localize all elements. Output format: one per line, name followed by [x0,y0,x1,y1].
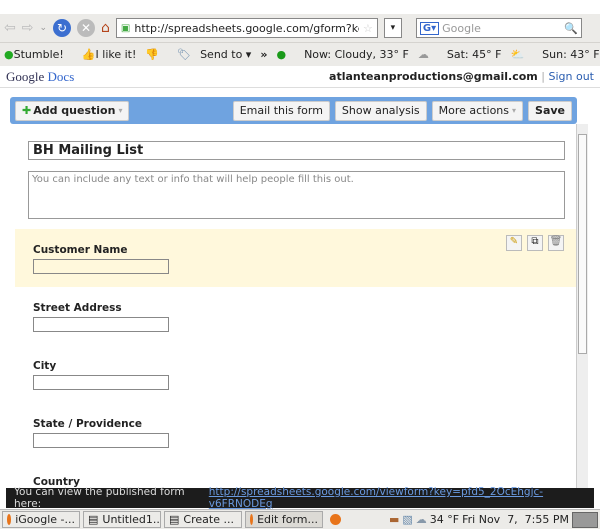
question-label: Customer Name [33,244,128,256]
tray-icon[interactable]: ▧ [402,513,412,526]
firefox-icon [7,514,12,525]
taskbar: iGoogle -... ▤ Untitled1... ▤ Create ... E… [0,509,600,529]
document-icon: ▤ [88,513,99,526]
document-icon: ▤ [169,513,180,526]
logo-google: Google [6,68,45,84]
vertical-scrollbar[interactable] [576,124,588,488]
tray-clock[interactable]: Fri Nov 7, 7:55 PM [462,513,569,526]
question-item[interactable]: Street Address [15,287,576,345]
forward-icon[interactable]: ⇨ [22,20,34,36]
divider: | [541,70,545,83]
task-edit-form[interactable]: Edit form... [245,511,323,528]
question-label: State / Providence [33,418,142,430]
bookmark-star-icon[interactable]: ☆ [363,22,373,35]
browser-nav-bar: ⇦ ⇨ ⌄ ↻ ✕ ⌂ ▣ http://spreadsheets.google.… [0,14,600,42]
more-actions-button[interactable]: More actions ▾ [431,100,524,121]
cloud-icon: ☁ [417,48,429,61]
partly-sunny-icon: ⛅ [510,48,525,61]
task-label: Untitled1... [102,513,161,526]
duplicate-icon[interactable]: ⧉ [527,235,543,251]
docs-header: Google Docs atlanteanproductions@gmail.c… [0,66,600,88]
url-bar[interactable]: ▣ http://spreadsheets.google.com/gform?ke… [115,18,378,38]
task-igoogle[interactable]: iGoogle -... [2,511,80,528]
task-label: Create ... [183,513,234,526]
search-placeholder: Google [442,21,481,35]
task-create[interactable]: ▤ Create ... [164,511,242,528]
trash-icon[interactable]: 🗑 [548,235,564,251]
question-item[interactable]: City [15,345,576,403]
add-question-button[interactable]: ✚ Add question ▾ [15,100,130,121]
show-analysis-button[interactable]: Show analysis [334,100,427,121]
weather-sat[interactable]: Sat: 45° F [447,48,502,61]
site-icon: ▣ [120,22,131,34]
history-dropdown-icon[interactable]: ⌄ [39,23,47,33]
task-untitled[interactable]: ▤ Untitled1... [83,511,161,528]
plus-icon: ✚ [22,104,32,117]
form-toolbar: ✚ Add question ▾ Email this form Show anal… [10,97,577,124]
like-button[interactable]: 👍I like it! [82,48,137,61]
answer-input[interactable] [33,317,169,332]
question-label: City [33,360,57,372]
cloud-icon: ☁ [415,513,427,526]
firefox-launcher-icon[interactable] [330,514,341,525]
edit-pencil-icon[interactable]: ✎ [506,235,522,251]
thumbs-up-icon: 👍 [81,48,96,61]
send-to-label: Send to [200,48,243,61]
form-editor: BH Mailing List You can include any text… [15,124,576,488]
answer-input[interactable] [33,259,169,274]
stumble-label: Stumble! [13,48,64,61]
bookmarks-toolbar: ●Stumble! 👍I like it! 👎 🏷 Send to ▾ » ● … [0,42,600,66]
back-icon[interactable]: ⇦ [4,20,16,36]
stop-icon[interactable]: ✕ [77,19,96,37]
chevron-down-icon: ▾ [118,106,123,115]
publish-status-bar: You can view the published form here: ht… [6,486,594,510]
form-title-input[interactable]: BH Mailing List [28,141,565,160]
logo-docs: Docs [47,68,75,84]
email-form-button[interactable]: Email this form [232,100,330,121]
question-item[interactable]: Customer Name ✎ ⧉ 🗑 [15,229,576,287]
save-button[interactable]: Save [528,100,572,121]
answer-input[interactable] [33,433,169,448]
status-text: You can view the published form here: [14,486,185,510]
question-item[interactable]: State / Providence [15,403,576,461]
thumbs-down-icon[interactable]: 👎 [145,48,159,61]
more-actions-label: More actions [438,104,509,117]
question-label: Street Address [33,302,122,314]
tag-icon[interactable]: 🏷 [177,48,191,61]
weather-sun[interactable]: Sun: 43° F [542,48,599,61]
workspace-switcher[interactable] [572,511,598,528]
like-label: I like it! [95,48,137,61]
green-status-icon: ● [276,48,287,61]
search-icon[interactable]: 🔍 [564,22,578,35]
form-description-input[interactable]: You can include any text or info that wi… [28,171,565,219]
task-label: iGoogle -... [15,513,75,526]
scrollbar-thumb[interactable] [578,134,587,354]
google-docs-logo[interactable]: Google Docs [6,69,74,85]
chevron-down-icon: ▾ [512,106,517,115]
stumbleupon-icon: ● [4,48,14,61]
search-input[interactable]: G▾ Google 🔍 [415,18,582,38]
home-icon[interactable]: ⌂ [101,20,110,36]
tray-icon[interactable]: ▬ [389,513,399,526]
published-form-link[interactable]: http://spreadsheets.google.com/viewform?… [209,486,586,510]
reload-icon[interactable]: ↻ [53,19,72,37]
google-engine-icon[interactable]: G▾ [419,21,440,35]
answer-input[interactable] [33,375,169,390]
more-bookmarks-button[interactable]: » [260,48,267,61]
send-to-button[interactable]: Send to ▾ [200,48,251,61]
firefox-icon [250,514,254,525]
stumble-button[interactable]: ●Stumble! [4,48,64,61]
weather-now[interactable]: Now: Cloudy, 33° F [304,48,409,61]
url-dropdown-button[interactable]: ▾ [383,18,402,38]
url-text: http://spreadsheets.google.com/gform?ke [134,21,360,35]
task-label: Edit form... [257,513,318,526]
account-email: atlanteanproductions@gmail.com [329,70,538,83]
question-item[interactable]: Country [15,461,576,488]
tray-temperature[interactable]: 34 °F [430,513,459,526]
add-question-label: Add question [33,104,116,117]
sign-out-link[interactable]: Sign out [548,70,594,83]
